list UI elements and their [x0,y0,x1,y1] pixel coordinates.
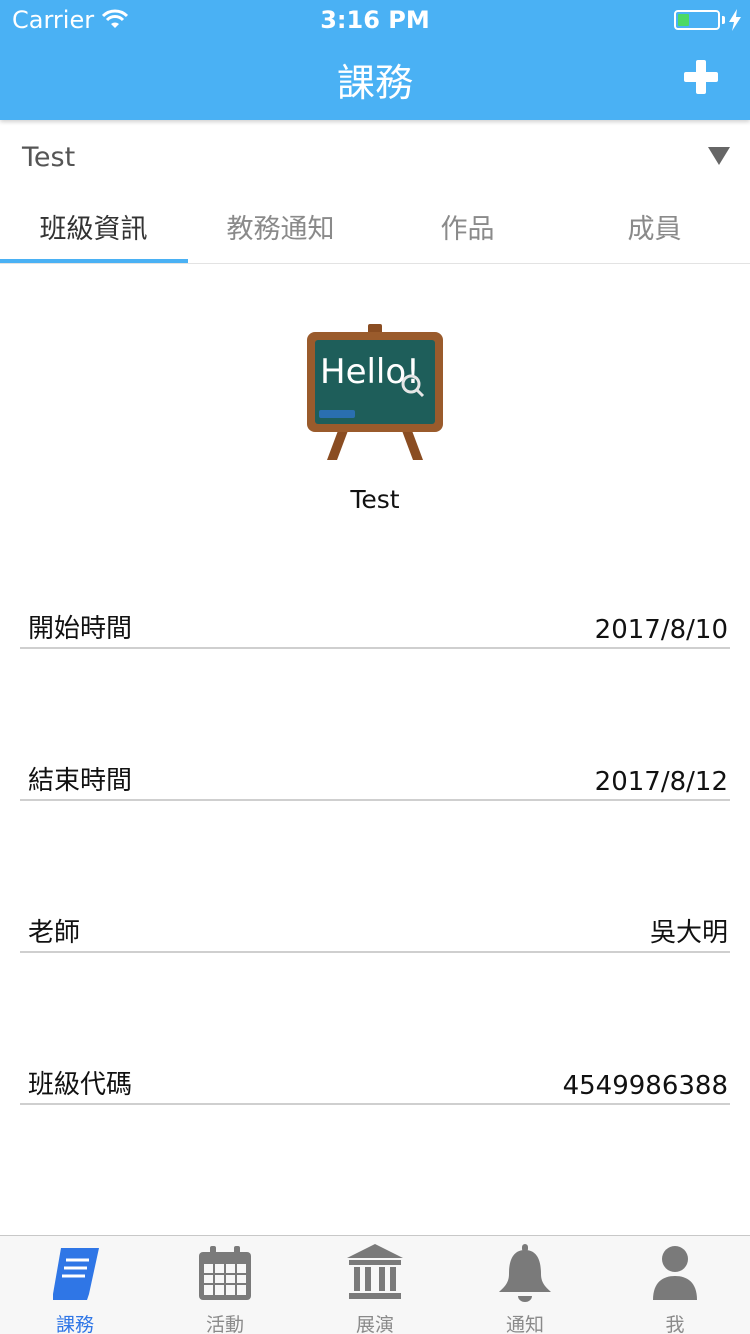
tab-indicator [0,259,188,263]
info-row-teacher: 老師 吳大明 [20,903,730,953]
selected-class: Test [22,142,76,173]
tabbar-item-courses[interactable]: 課務 [0,1236,150,1334]
tabbar-label: 課務 [55,1314,94,1334]
chalkboard-hello-icon: Hello! [307,324,443,460]
chalkboard-text: Hello! [320,352,420,392]
tabbar-item-me[interactable]: 我 [600,1236,750,1334]
plus-icon[interactable] [682,58,720,96]
triangle-down-icon[interactable] [708,147,730,165]
tab-bar-top: 班級資訊 教務通知 作品 成員 [0,196,750,264]
book-icon [53,1248,99,1300]
tabbar-label: 活動 [205,1314,244,1334]
clock: 3:16 PM [320,6,430,34]
info-label: 開始時間 [28,614,133,644]
navigation-bar: Carrier 3:16 PM 課務 [0,0,750,120]
tab-class-info[interactable]: 班級資訊 [0,196,187,264]
info-row-start-time: 開始時間 2017/8/10 [20,599,730,649]
info-value: 吳大明 [649,918,728,948]
info-value: 4549986388 [562,1071,728,1101]
info-label: 班級代碼 [28,1070,133,1100]
charging-icon [729,9,741,31]
battery-tip [722,16,725,24]
battery-icon [674,10,720,30]
info-value: 2017/8/10 [594,615,728,645]
tabbar-item-activities[interactable]: 活動 [150,1236,300,1334]
bottom-tab-bar: 課務 活動 展演 通知 我 [0,1235,750,1334]
tab-members[interactable]: 成員 [561,196,748,264]
tabbar-label: 我 [665,1314,685,1334]
info-row-class-code: 班級代碼 4549986388 [20,1055,730,1105]
calendar-icon [199,1246,251,1300]
info-label: 結束時間 [28,766,133,796]
tabbar-item-notifications[interactable]: 通知 [450,1236,600,1334]
tab-works[interactable]: 作品 [374,196,561,264]
class-selector[interactable]: Test [0,120,750,196]
person-icon [653,1246,697,1300]
battery-level [678,14,689,26]
tabbar-item-exhibitions[interactable]: 展演 [300,1236,450,1334]
class-name: Test [350,485,400,514]
info-value: 2017/8/12 [594,767,728,797]
status-bar: Carrier 3:16 PM [0,0,750,40]
page-title: 課務 [336,61,413,105]
bell-icon [499,1244,551,1302]
tabbar-label: 通知 [505,1314,544,1334]
tab-academic-notice[interactable]: 教務通知 [187,196,374,264]
tabbar-label: 展演 [355,1314,394,1334]
info-row-end-time: 結束時間 2017/8/12 [20,751,730,801]
info-label: 老師 [28,918,81,948]
building-icon [347,1244,403,1299]
